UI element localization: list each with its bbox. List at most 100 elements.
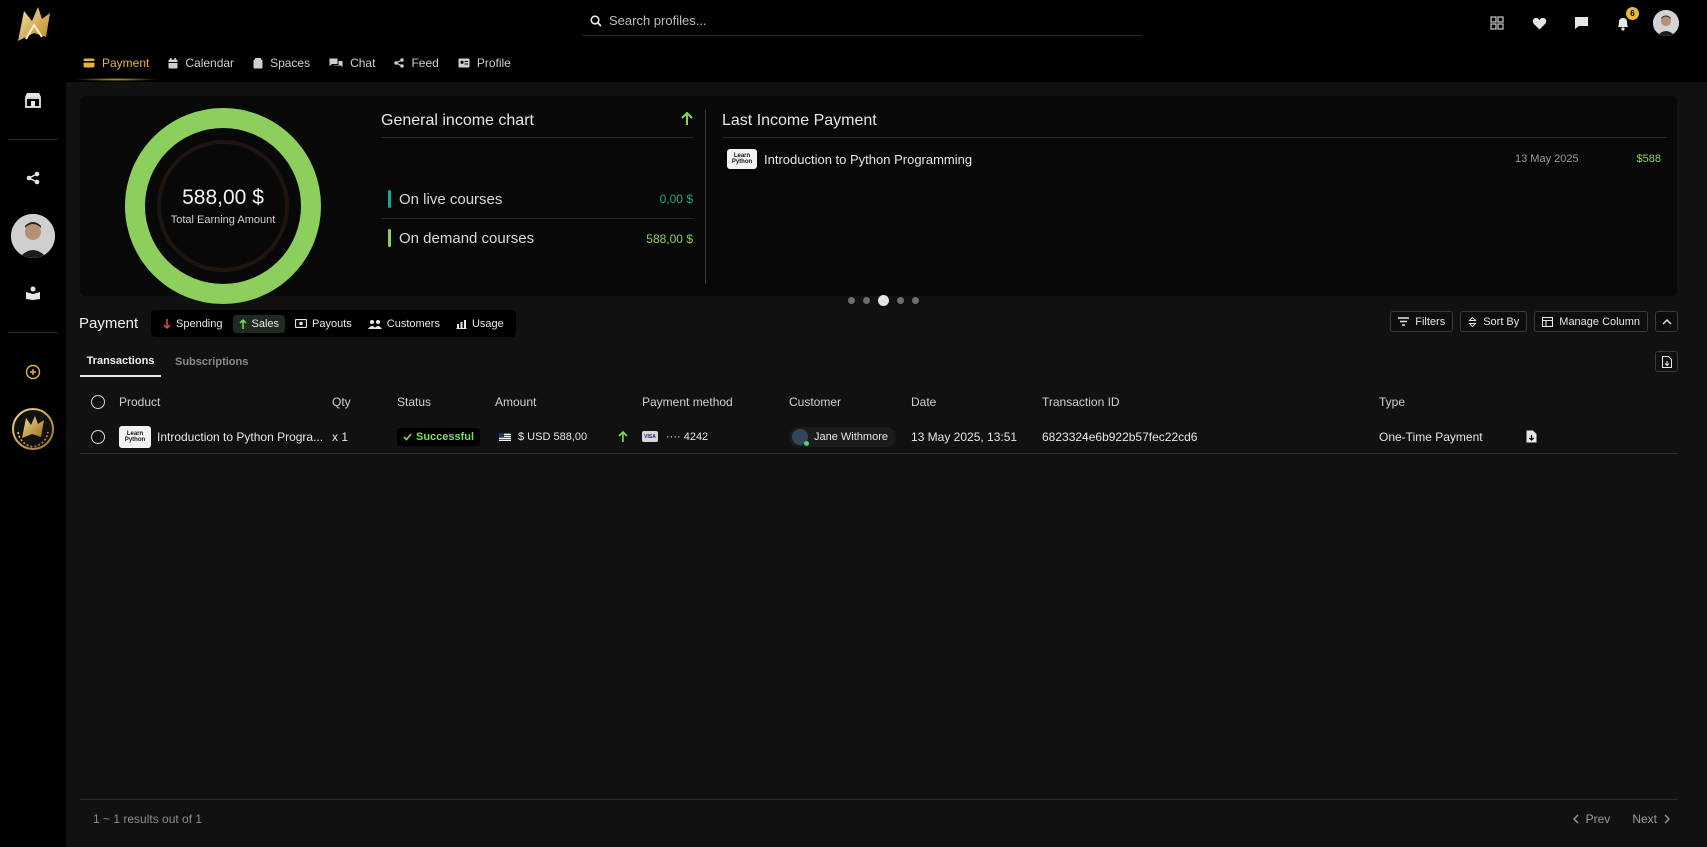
last-income-row[interactable]: Learn Python Introduction to Python Prog… [722, 138, 1667, 180]
col-type[interactable]: Type [1379, 384, 1405, 419]
last-income-date: 13 May 2025 [1515, 153, 1579, 165]
last-income-amount: $588 [1636, 153, 1661, 165]
row-qty: x 1 [332, 429, 349, 444]
donut-center: 588,00 $ Total Earning Amount [123, 106, 323, 306]
results-count: 1 ~ 1 results out of 1 [93, 812, 203, 826]
general-income-chart: General income chart On live courses 0,0… [381, 112, 693, 258]
filters-button[interactable]: Filters [1390, 311, 1454, 332]
tab-feed[interactable]: Feed [394, 44, 457, 82]
share-icon [394, 58, 405, 68]
table-row[interactable]: Learn Python Introduction to Python Prog… [80, 419, 1678, 454]
money-icon [295, 319, 308, 328]
chevron-up-icon [1662, 318, 1671, 324]
total-earning-value: 588,00 $ [182, 186, 264, 209]
select-all-radio[interactable] [91, 394, 105, 409]
product-thumbnail: Learn Python [119, 425, 151, 448]
sidebar-divider [8, 332, 58, 333]
tab-subscriptions[interactable]: Subscriptions [175, 347, 248, 377]
search-bar [582, 6, 1142, 36]
calendar-icon [168, 57, 178, 68]
search-icon [590, 14, 602, 27]
segment-customers[interactable]: Customers [362, 315, 446, 333]
row-product: Learn Python Introduction to Python Prog… [119, 419, 323, 454]
top-bar: 6 [66, 0, 1707, 44]
product-name: Introduction to Python Progra... [157, 429, 324, 444]
file-export-icon [1661, 355, 1672, 368]
share-icon[interactable] [13, 158, 53, 198]
row-type: One-Time Payment [1379, 429, 1483, 444]
segment-spending[interactable]: Spending [157, 315, 229, 333]
top-actions: 6 [1485, 7, 1679, 36]
messages-icon[interactable] [1569, 11, 1593, 35]
search-input[interactable] [609, 13, 1109, 28]
brand-logo[interactable] [12, 3, 54, 47]
row-select-radio[interactable] [91, 429, 105, 444]
chat-icon [329, 58, 343, 67]
tab-calendar[interactable]: Calendar [168, 44, 253, 82]
last-income-course: Introduction to Python Programming [764, 151, 973, 167]
col-product[interactable]: Product [119, 384, 160, 419]
segment-payouts[interactable]: Payouts [289, 315, 358, 333]
course-thumbnail: Learn Python [727, 149, 757, 169]
carousel-dot[interactable] [878, 295, 889, 306]
sidebar-divider [8, 139, 58, 140]
arrow-down-icon [163, 318, 171, 329]
sidebar [0, 0, 66, 847]
reader-icon[interactable] [13, 273, 53, 313]
row-date: 13 May 2025, 13:51 [911, 429, 1018, 444]
add-circle-icon[interactable] [13, 352, 53, 392]
carousel-dot[interactable] [863, 297, 870, 304]
next-button[interactable]: Next [1632, 812, 1670, 826]
manage-column-button[interactable]: Manage Column [1534, 311, 1648, 332]
users-icon [367, 319, 382, 329]
col-amount[interactable]: Amount [495, 384, 536, 419]
pagination: Prev Next [1572, 812, 1670, 826]
sort-icon [1468, 316, 1477, 327]
apps-grid-icon[interactable] [1485, 11, 1509, 35]
export-button[interactable] [1655, 351, 1678, 372]
bell-icon[interactable]: 6 [1611, 7, 1639, 35]
row-payment-method: VISA ···· 4242 [642, 419, 708, 454]
store-icon[interactable] [13, 80, 53, 120]
collapse-button[interactable] [1655, 311, 1678, 332]
carousel-dot[interactable] [848, 297, 855, 304]
row-transaction-id: 6823324e6b922b57fec22cd6 [1042, 429, 1198, 444]
segment-sales[interactable]: Sales [232, 314, 286, 333]
tab-profile[interactable]: Profile [458, 44, 530, 82]
tab-payment[interactable]: Payment [74, 44, 168, 82]
segment-usage[interactable]: Usage [450, 315, 510, 333]
user-avatar[interactable] [11, 214, 55, 258]
payment-segments: Spending Sales Payouts Customers Usage [151, 310, 516, 337]
arrow-up-icon [681, 112, 693, 125]
columns-icon [1542, 316, 1554, 327]
sort-by-button[interactable]: Sort By [1460, 311, 1528, 332]
arrow-up-icon [238, 318, 247, 329]
tab-chat[interactable]: Chat [329, 44, 394, 82]
col-customer[interactable]: Customer [789, 384, 841, 419]
carousel-dots [848, 295, 919, 306]
tab-spaces[interactable]: Spaces [253, 44, 329, 82]
col-status[interactable]: Status [397, 384, 431, 419]
main-content: 588,00 $ Total Earning Amount General in… [66, 82, 1707, 847]
income-row-on-demand: On demand courses 588,00 $ [381, 219, 693, 258]
usage-chart-icon [456, 319, 467, 329]
prev-button[interactable]: Prev [1572, 812, 1610, 826]
carousel-dot[interactable] [897, 297, 904, 304]
col-transaction-id[interactable]: Transaction ID [1042, 384, 1120, 419]
visa-card-icon: VISA [642, 431, 658, 442]
invoice-download-icon [1526, 430, 1537, 443]
row-invoice-button[interactable] [1526, 419, 1537, 454]
col-payment-method[interactable]: Payment method [642, 384, 733, 419]
col-date[interactable]: Date [911, 384, 936, 419]
col-qty[interactable]: Qty [332, 384, 351, 419]
table-footer: 1 ~ 1 results out of 1 Prev Next [80, 799, 1678, 847]
community-badge-icon[interactable] [10, 406, 56, 452]
profile-avatar[interactable] [1653, 10, 1679, 36]
tab-transactions[interactable]: Transactions [80, 347, 161, 377]
customer-chip[interactable]: Jane Withmore [789, 426, 896, 447]
carousel-dot[interactable] [912, 297, 919, 304]
heart-icon[interactable] [1527, 11, 1551, 35]
legend-bar-on-demand [388, 229, 391, 247]
id-card-icon [458, 58, 470, 68]
chevron-right-icon [1664, 814, 1670, 824]
